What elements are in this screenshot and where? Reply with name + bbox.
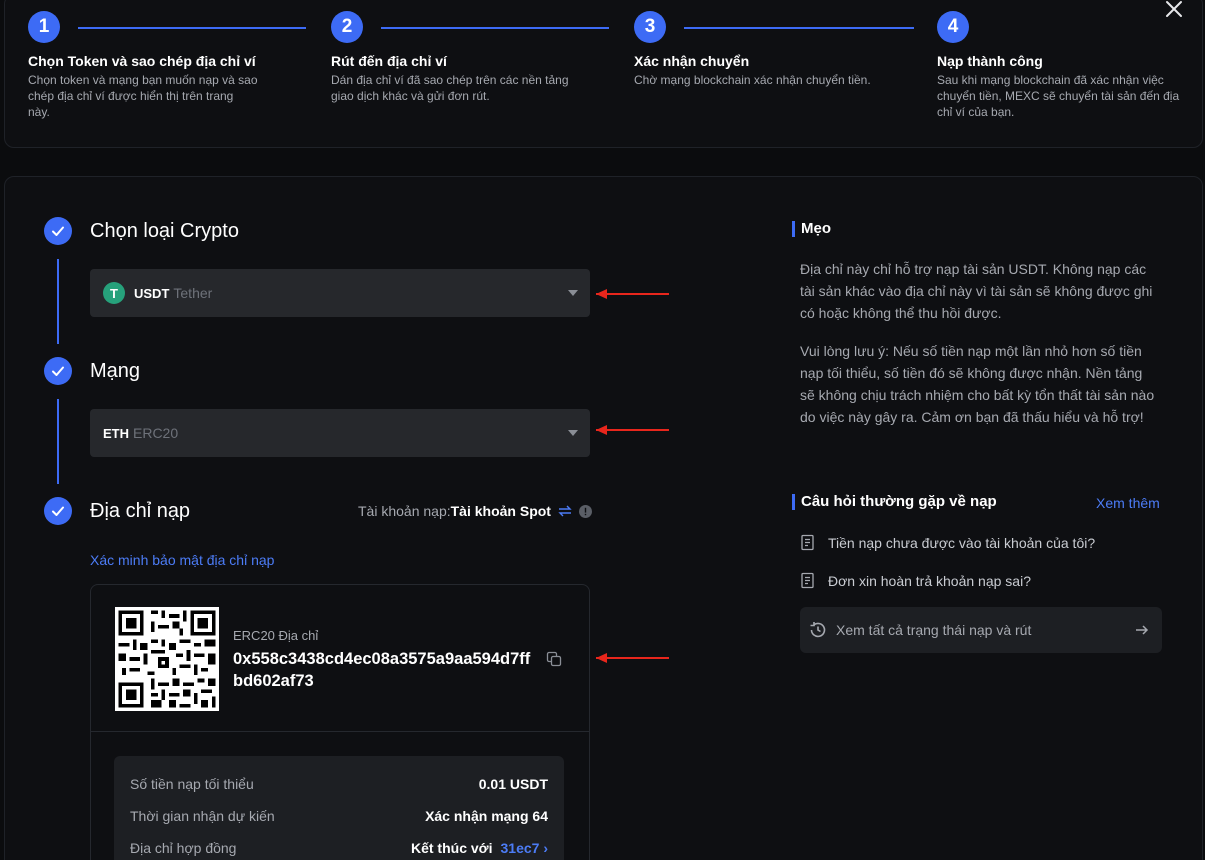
section-title-network: Mạng — [90, 360, 141, 382]
check-icon — [44, 357, 72, 385]
info-key: Địa chỉ hợp đồng — [130, 840, 237, 856]
chevron-down-icon — [568, 430, 578, 436]
step-number: 2 — [331, 11, 363, 43]
faq-item[interactable]: Đơn xin hoàn trả khoản nạp sai? — [800, 572, 1031, 589]
qr-code — [115, 607, 219, 711]
info-row-min-deposit: Số tiền nạp tối thiểu 0.01 USDT — [130, 774, 548, 794]
tips-title: Mẹo — [792, 221, 831, 237]
step-vertical-line — [57, 259, 59, 344]
document-icon — [801, 572, 814, 589]
network-symbol: ETH — [103, 425, 129, 441]
step-connector — [381, 27, 609, 29]
copy-icon[interactable] — [546, 651, 562, 667]
deposit-info-box: Số tiền nạp tối thiểu 0.01 USDT Thời gia… — [114, 756, 564, 860]
history-icon — [810, 622, 826, 638]
step-description: Sau khi mạng blockchain đã xác nhận việc… — [937, 73, 1180, 119]
info-value: Kết thúc với 31ec7 › — [411, 840, 548, 856]
deposit-account: Tài khoản nạp: Tài khoản Spot — [358, 503, 592, 519]
check-icon — [44, 217, 72, 245]
faq-item-label: Đơn xin hoàn trả khoản nạp sai? — [828, 572, 1031, 589]
crypto-symbol: USDT — [134, 285, 170, 301]
step-description: Dán địa chỉ ví đã sao chép trên các nền … — [331, 73, 569, 103]
close-icon[interactable] — [1163, 0, 1185, 20]
step-title: Nạp thành công — [937, 53, 1043, 69]
step-number: 3 — [634, 11, 666, 43]
faq-item-label: Tiền nạp chưa được vào tài khoản của tôi… — [828, 534, 1096, 551]
step-vertical-line — [57, 399, 59, 484]
section-title-address: Địa chỉ nạp — [90, 500, 191, 522]
view-all-status-label: Xem tất cả trạng thái nạp và rút — [836, 622, 1032, 638]
info-key: Thời gian nhận dự kiến — [130, 808, 275, 824]
contract-address-link[interactable]: 31ec7 › — [501, 840, 548, 856]
arrow-right-icon — [1136, 625, 1149, 635]
deposit-account-label: Tài khoản nạp: — [358, 503, 451, 519]
check-icon — [44, 497, 72, 525]
tips-paragraph-1: Địa chỉ này chỉ hỗ trợ nạp tài sản USDT.… — [800, 261, 1153, 321]
step-connector — [78, 27, 306, 29]
contract-prefix: Kết thúc với — [410, 840, 493, 856]
section-title-crypto: Chọn loại Crypto — [90, 220, 239, 242]
tether-icon: T — [103, 282, 125, 304]
network-select[interactable]: ETH ERC20 — [90, 409, 590, 457]
red-arrow-annotation — [596, 425, 669, 435]
step-number: 4 — [937, 11, 969, 43]
step-title: Xác nhận chuyển — [634, 53, 750, 69]
chevron-down-icon — [568, 290, 578, 296]
address-label: ERC20 Địa chỉ — [233, 628, 319, 643]
step-connector — [684, 27, 914, 29]
info-row-contract: Địa chỉ hợp đồng Kết thúc với 31ec7 › — [130, 838, 548, 858]
deposit-address[interactable]: 0x558c3438cd4ec08a3575a9aa594d7ffbd602af… — [233, 648, 533, 692]
info-value: Xác nhận mạng 64 — [425, 808, 548, 824]
swap-icon[interactable] — [558, 505, 572, 517]
faq-title: Câu hỏi thường gặp về nạp — [792, 494, 997, 510]
crypto-select[interactable]: T USDT Tether — [90, 269, 590, 317]
red-arrow-annotation — [596, 653, 669, 663]
info-icon[interactable] — [578, 504, 592, 518]
view-all-status-button[interactable]: Xem tất cả trạng thái nạp và rút — [800, 607, 1162, 653]
verify-address-link[interactable]: Xác minh bảo mật địa chỉ nạp — [90, 552, 274, 568]
red-arrow-annotation — [596, 289, 669, 299]
info-value: 0.01 USDT — [478, 776, 548, 792]
document-icon — [801, 534, 814, 551]
step-title: Rút đến địa chỉ ví — [331, 53, 447, 69]
info-key: Số tiền nạp tối thiểu — [130, 776, 254, 792]
faq-see-more-link[interactable]: Xem thêm — [1096, 495, 1160, 511]
step-description: Chờ mạng blockchain xác nhận chuyển tiền… — [634, 73, 871, 87]
deposit-account-value: Tài khoản Spot — [450, 503, 551, 519]
step-title: Chọn Token và sao chép địa chỉ ví — [28, 53, 256, 69]
step-description: Chọn token và mạng bạn muốn nạp và sao c… — [28, 73, 258, 119]
step-number: 1 — [28, 11, 60, 43]
network-name: ERC20 — [133, 425, 179, 441]
faq-item[interactable]: Tiền nạp chưa được vào tài khoản của tôi… — [800, 534, 1095, 551]
crypto-name: Tether — [173, 285, 213, 301]
tips-paragraph-2: Vui lòng lưu ý: Nếu số tiền nạp một lần … — [800, 343, 1155, 425]
divider — [91, 731, 589, 732]
info-row-arrival: Thời gian nhận dự kiến Xác nhận mạng 64 — [130, 806, 548, 826]
